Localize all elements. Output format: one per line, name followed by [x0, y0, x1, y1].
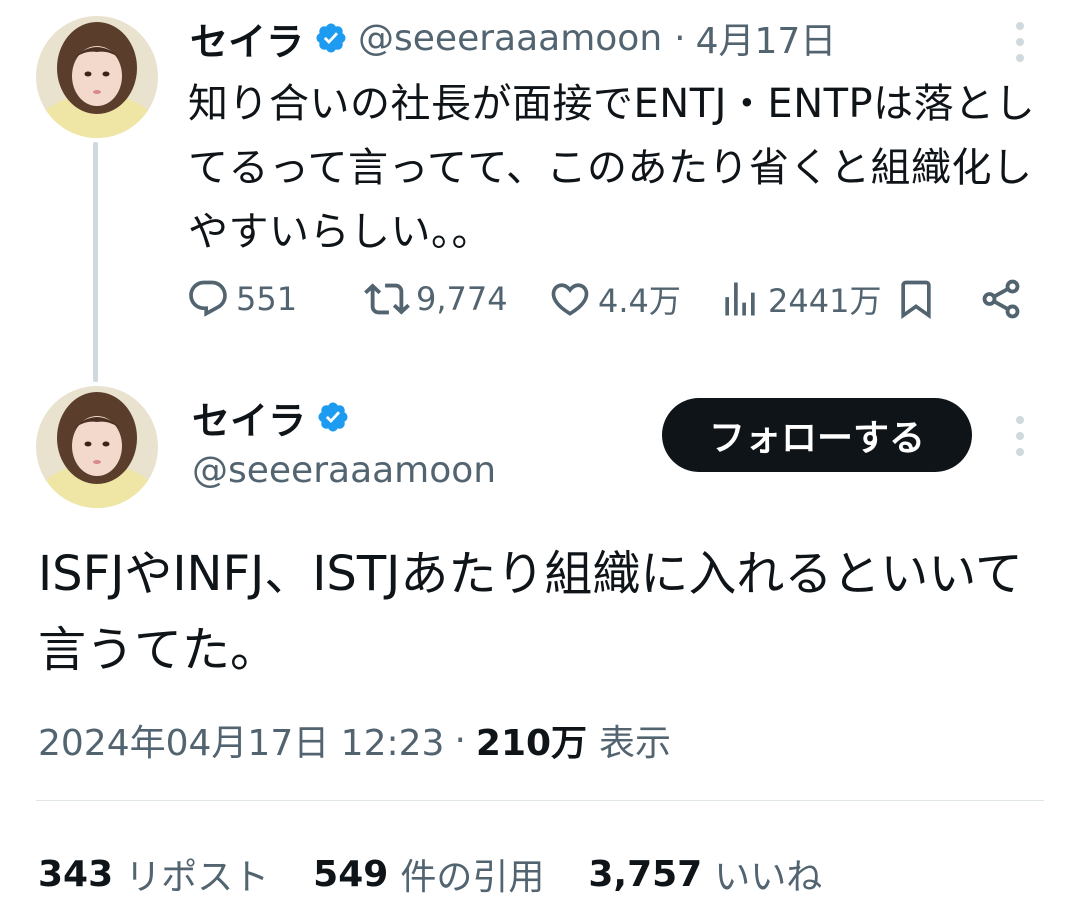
likes-count: 3,757	[588, 853, 703, 895]
reposts-stat[interactable]: 343 リポスト	[38, 848, 269, 900]
tweet-timestamp[interactable]: 2024年04月17日 12:23	[38, 714, 444, 766]
reply-icon	[189, 280, 227, 317]
parent-more-options-icon[interactable]	[1010, 20, 1030, 64]
bookmark-icon	[901, 280, 931, 320]
parent-author-name[interactable]: セイラ	[190, 11, 304, 66]
follow-button[interactable]: フォローする	[662, 398, 972, 472]
avatar-image	[36, 16, 158, 138]
views-count: 2441万	[768, 282, 882, 320]
share-button[interactable]	[978, 276, 1024, 322]
like-count: 4.4万	[598, 282, 681, 320]
main-more-options-icon[interactable]	[1010, 414, 1030, 458]
quotes-stat[interactable]: 549 件の引用	[313, 848, 544, 900]
verified-badge-icon[interactable]	[316, 400, 350, 434]
main-views-label: 表示	[599, 723, 672, 764]
main-author-handle[interactable]: @seeeraaamoon	[192, 450, 496, 491]
heart-icon	[551, 283, 589, 316]
retweet-icon	[364, 283, 410, 315]
views-button[interactable]: 2441万	[718, 276, 881, 322]
reposts-count: 343	[38, 853, 114, 895]
views-chart-icon	[725, 282, 755, 316]
main-author-row: セイラ	[192, 390, 350, 445]
thread-connector-line	[93, 142, 98, 382]
main-tweet-text: ISFJやINFJ、ISTJあたり組織に入れるといいて言うてた。	[38, 546, 1023, 678]
reposts-label: リポスト	[125, 857, 270, 898]
parent-tweet-actions: 551 9,774 4.4万 2441万	[186, 276, 1036, 322]
main-avatar[interactable]	[36, 386, 158, 508]
parent-author-handle[interactable]: @seeeraaamoon	[358, 18, 662, 59]
reply-button[interactable]: 551	[186, 276, 297, 322]
parent-avatar[interactable]	[36, 16, 158, 138]
header-separator: ·	[674, 17, 686, 59]
meta-separator: ·	[454, 719, 466, 761]
verified-badge-icon[interactable]	[314, 21, 348, 55]
parent-tweet-date[interactable]: 4月17日	[696, 12, 837, 64]
bookmark-button[interactable]	[894, 276, 938, 322]
quotes-count: 549	[313, 853, 389, 895]
engagement-stats: 343 リポスト 549 件の引用 3,757 いいね	[38, 848, 866, 900]
retweet-button[interactable]: 9,774	[364, 276, 508, 322]
tweet-meta: 2024年04月17日 12:23 · 210万 表示	[38, 714, 671, 766]
likes-stat[interactable]: 3,757 いいね	[588, 848, 822, 900]
likes-label: いいね	[714, 857, 823, 898]
main-author-name[interactable]: セイラ	[192, 390, 306, 445]
share-icon	[982, 279, 1020, 319]
reply-count: 551	[236, 280, 298, 318]
parent-tweet-header: セイラ @seeeraaamoon · 4月17日	[190, 12, 837, 64]
avatar-image	[36, 386, 158, 508]
divider	[36, 800, 1044, 801]
quotes-label: 件の引用	[400, 857, 545, 898]
like-button[interactable]: 4.4万	[548, 276, 681, 322]
parent-tweet-text: 知り合いの社長が面接でENTJ・ENTPは落としてるって言ってて、このあたり省く…	[188, 81, 1036, 255]
main-views-count: 210万	[475, 723, 588, 764]
retweet-count: 9,774	[416, 280, 508, 318]
